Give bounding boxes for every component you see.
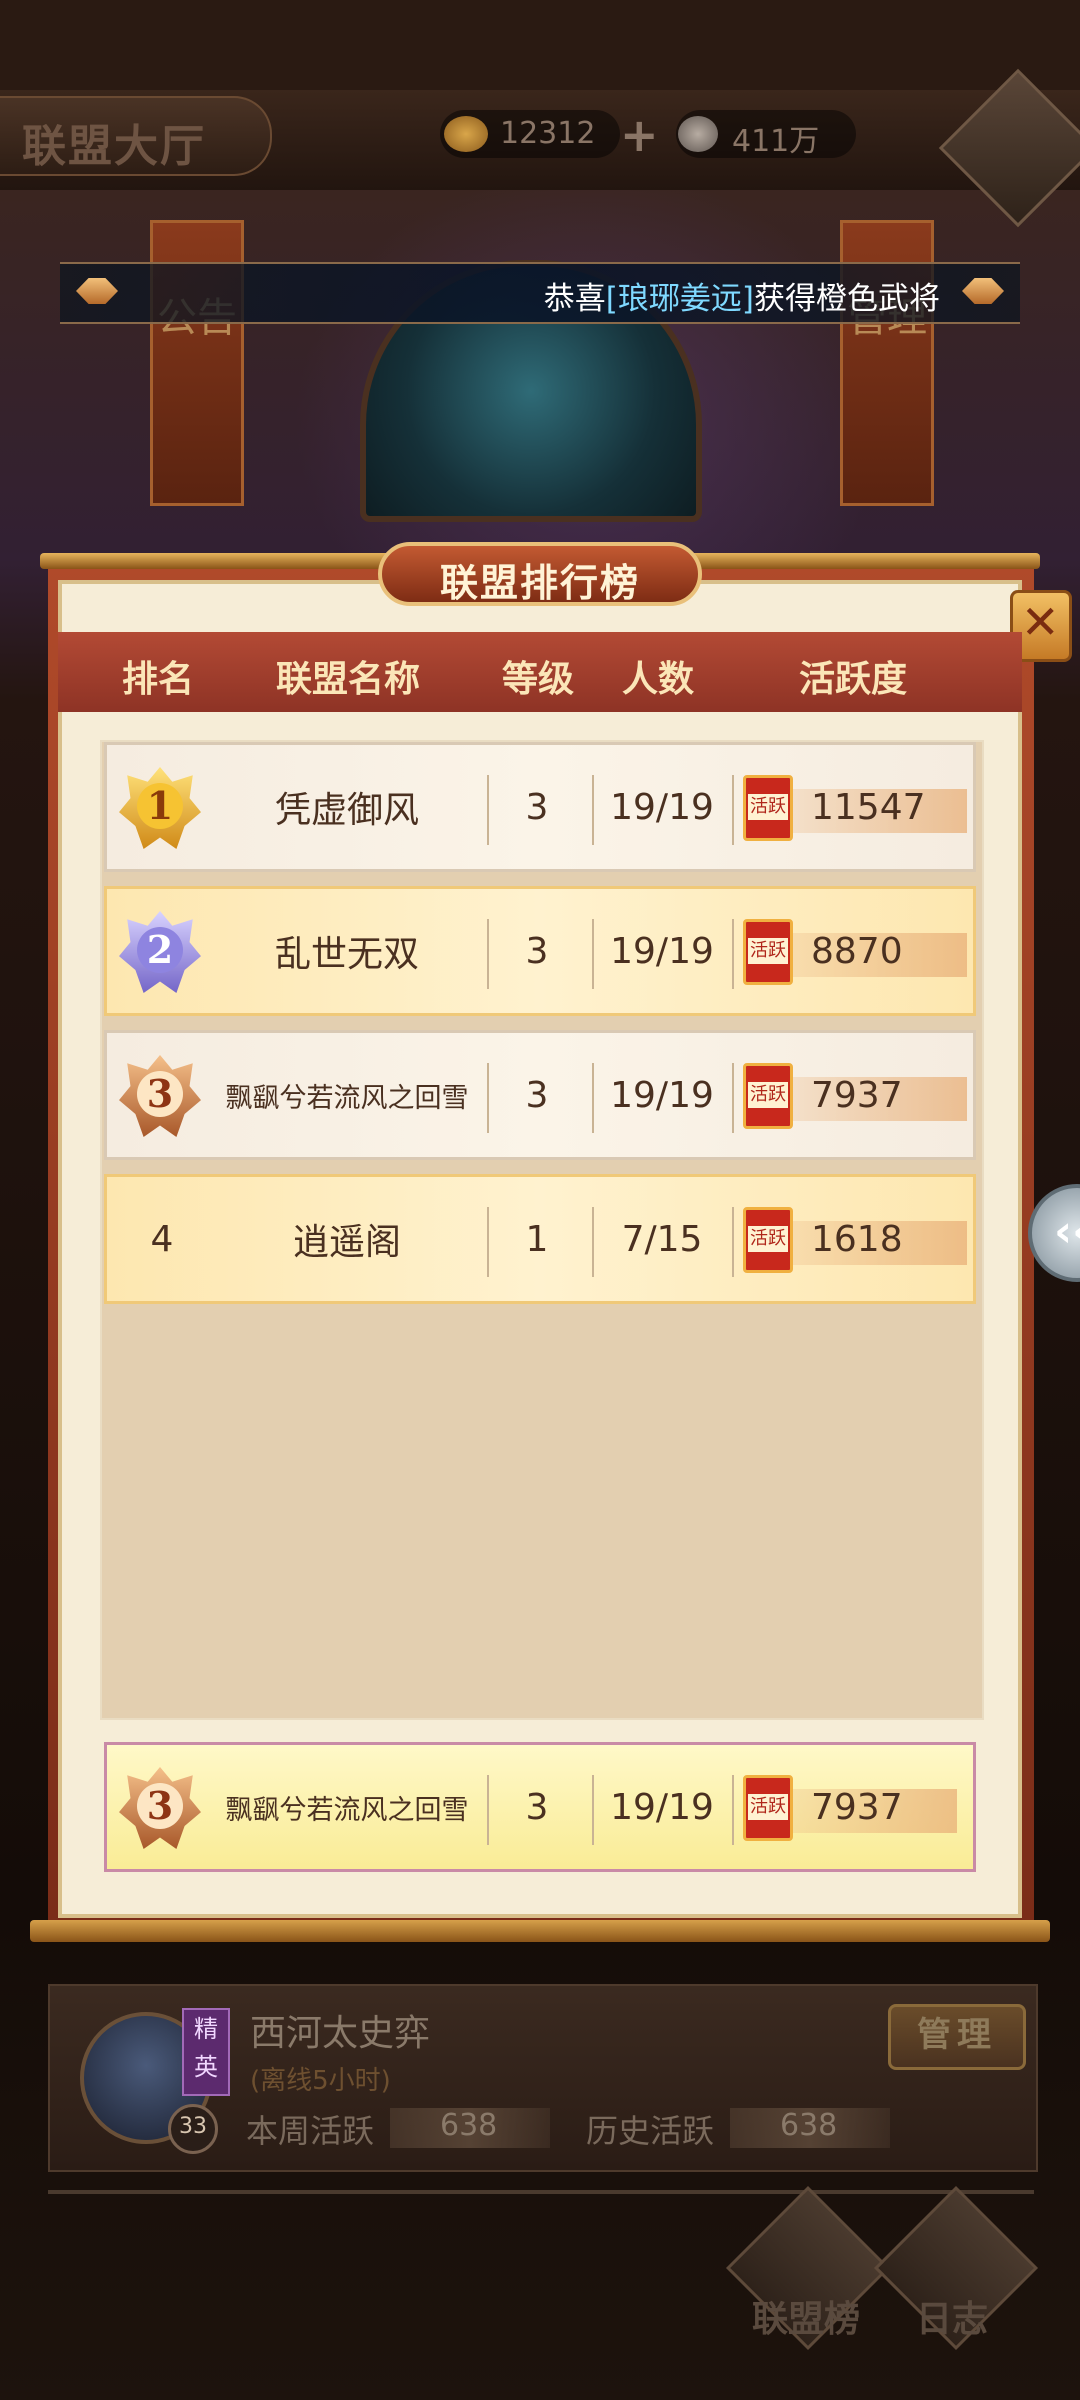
- activity-scroll-icon: 活跃: [743, 775, 793, 841]
- alliance-members: 19/19: [610, 786, 714, 828]
- alliance-activity: 11547: [811, 786, 926, 828]
- log-label: 日志: [916, 2298, 989, 2340]
- page-title-plate: 联盟大厅: [0, 96, 272, 176]
- alliance-level: 3: [525, 786, 549, 828]
- member-name: 西河太史弈: [250, 2013, 431, 2054]
- alliance-activity: 1618: [811, 1218, 903, 1260]
- alliance-level: 3: [525, 930, 549, 972]
- notice-player-name: [琅琊姜远]: [605, 281, 754, 317]
- alliance-activity: 8870: [811, 930, 903, 972]
- alliance-rank-label: 联盟榜: [752, 2298, 861, 2340]
- activity-scroll-icon: 活跃: [743, 1775, 793, 1841]
- diamond-right-icon: [962, 278, 1004, 304]
- silver-medal-icon: 2: [119, 911, 201, 993]
- alliance-name: 凭虚御风: [274, 790, 419, 831]
- my-alliance-row[interactable]: 3 飘飖兮若流风之回雪 3 19/19 活跃 7937: [104, 1742, 976, 1872]
- member-status: (离线5小时): [250, 2066, 391, 2096]
- elite-badge: 精英: [182, 2008, 230, 2096]
- my-alliance-members: 19/19: [610, 1786, 714, 1828]
- my-alliance-name: 飘飖兮若流风之回雪: [225, 1794, 469, 1826]
- alliance-members: 19/19: [610, 1074, 714, 1116]
- column-rank: 排名: [121, 658, 194, 700]
- history-activity-value: 638: [780, 2108, 838, 2143]
- panel-bottom-trim: [30, 1920, 1050, 1942]
- diamond-left-icon: [76, 278, 118, 304]
- divider: [48, 2190, 1034, 2194]
- silver-coin-icon: [678, 116, 718, 152]
- rank-3-number: 3: [137, 1071, 183, 1117]
- silver-counter: 411万: [676, 110, 856, 159]
- gold-ingot-icon: [444, 116, 488, 152]
- alliance-activity: 7937: [811, 1074, 903, 1116]
- column-activity: 活跃度: [798, 658, 907, 700]
- history-activity-label: 历史活跃: [586, 2112, 715, 2150]
- my-rank-number: 3: [137, 1783, 183, 1829]
- bronze-medal-icon: 3: [119, 1767, 201, 1849]
- rank-2-number: 2: [137, 927, 183, 973]
- weekly-activity-value: 638: [440, 2108, 498, 2143]
- alliance-name: 飘飖兮若流风之回雪: [225, 1082, 469, 1114]
- ranking-row-4[interactable]: 4 逍遥阁 1 7/15 活跃 1618: [104, 1174, 976, 1304]
- close-icon: ✕: [1021, 595, 1060, 649]
- my-alliance-activity: 7937: [811, 1786, 903, 1828]
- add-currency-icon[interactable]: +: [620, 108, 659, 162]
- alliance-name: 逍遥阁: [292, 1222, 401, 1263]
- column-header: 排名 联盟名称 等级 人数 活跃度: [58, 632, 1022, 712]
- alliance-level: 1: [525, 1218, 549, 1260]
- column-level: 等级: [501, 658, 574, 700]
- notice-text: 恭喜[琅琊姜远]获得橙色武将: [544, 273, 940, 318]
- panel-title-tag: 联盟排行榜: [378, 542, 702, 606]
- column-name: 联盟名称: [275, 658, 420, 700]
- gold-counter: 12312: [440, 110, 620, 158]
- chevron-left-icon: ‹‹: [1054, 1206, 1080, 1257]
- ranking-row-2[interactable]: 2 乱世无双 3 19/19 活跃 8870: [104, 886, 976, 1016]
- weekly-activity-label: 本周活跃: [246, 2112, 375, 2150]
- activity-scroll-icon: 活跃: [743, 1207, 793, 1273]
- gold-medal-icon: 1: [119, 767, 201, 849]
- rank-1-number: 1: [137, 783, 183, 829]
- activity-scroll-icon: 活跃: [743, 1063, 793, 1129]
- gold-value: 12312: [500, 116, 596, 151]
- column-members: 人数: [621, 658, 694, 700]
- ranking-row-3[interactable]: 3 飘飖兮若流风之回雪 3 19/19 活跃 7937: [104, 1030, 976, 1160]
- alliance-name: 乱世无双: [274, 934, 419, 975]
- manage-button[interactable]: 管理: [888, 2004, 1026, 2070]
- page-title: 联盟大厅: [22, 121, 206, 172]
- member-level-badge: 33: [168, 2104, 218, 2154]
- panel-title: 联盟排行榜: [439, 560, 640, 605]
- my-alliance-level: 3: [525, 1786, 549, 1828]
- notice-marquee: 恭喜[琅琊姜远]获得橙色武将: [60, 262, 1020, 324]
- alliance-members: 7/15: [621, 1218, 703, 1260]
- bronze-medal-icon: 3: [119, 1055, 201, 1137]
- notice-prefix: 恭喜: [543, 281, 606, 317]
- silver-value: 411万: [732, 124, 820, 159]
- alliance-rank: 4: [150, 1218, 174, 1260]
- alliance-members: 19/19: [610, 930, 714, 972]
- notice-suffix: 获得橙色武将: [754, 281, 940, 317]
- activity-scroll-icon: 活跃: [743, 919, 793, 985]
- alliance-level: 3: [525, 1074, 549, 1116]
- ranking-row-1[interactable]: 1 凭虚御风 3 19/19 活跃 11547: [104, 742, 976, 872]
